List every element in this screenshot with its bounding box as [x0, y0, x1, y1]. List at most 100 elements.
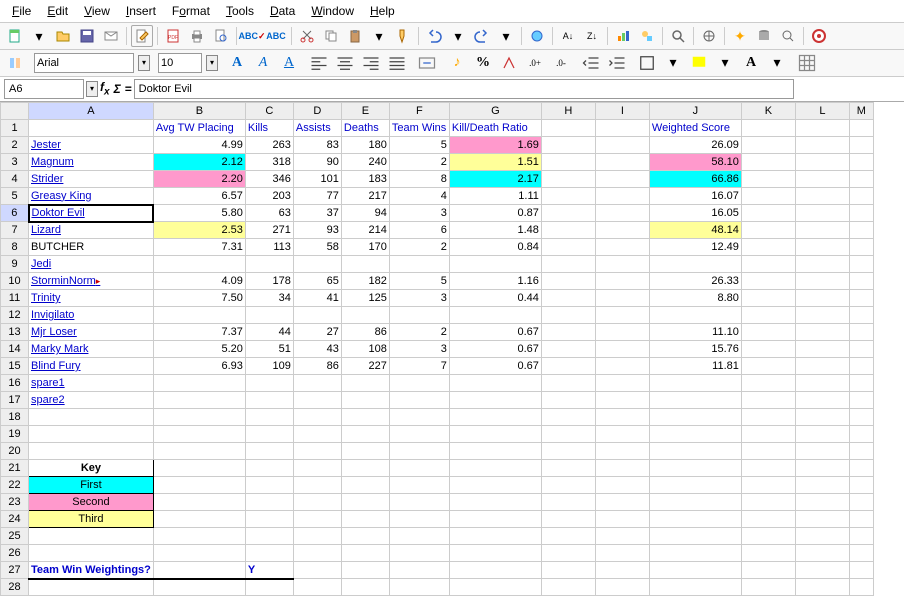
font-size-input[interactable] [158, 53, 202, 73]
cell[interactable] [795, 290, 849, 307]
row-header[interactable]: 1 [1, 120, 29, 137]
cell[interactable] [541, 409, 595, 426]
col-header-K[interactable]: K [741, 103, 795, 120]
row-header[interactable]: 26 [1, 545, 29, 562]
cell[interactable] [389, 392, 449, 409]
cell[interactable] [849, 579, 873, 596]
cell[interactable] [741, 239, 795, 256]
cell[interactable]: 66.86 [649, 171, 741, 188]
dropdown-icon[interactable]: ▾ [766, 52, 788, 74]
cell[interactable]: 170 [341, 239, 389, 256]
cell[interactable] [541, 256, 595, 273]
navigator-icon[interactable] [698, 25, 720, 47]
cell[interactable]: 2.20 [153, 171, 245, 188]
cell[interactable]: 7.37 [153, 324, 245, 341]
cell[interactable]: Assists [293, 120, 341, 137]
cell[interactable]: 5.20 [153, 341, 245, 358]
cell[interactable] [449, 307, 541, 324]
cell[interactable] [649, 426, 741, 443]
cell[interactable] [741, 188, 795, 205]
cell[interactable] [153, 307, 245, 324]
corner-cell[interactable] [1, 103, 29, 120]
font-dropdown-icon[interactable]: ▾ [138, 55, 150, 71]
cell[interactable] [649, 256, 741, 273]
cell[interactable] [541, 307, 595, 324]
cell[interactable] [341, 426, 389, 443]
cell[interactable] [849, 375, 873, 392]
cell[interactable] [795, 409, 849, 426]
row-header[interactable]: 4 [1, 171, 29, 188]
cell[interactable] [741, 154, 795, 171]
dropdown-icon[interactable]: ▾ [662, 52, 684, 74]
cell[interactable] [649, 392, 741, 409]
cell[interactable] [649, 307, 741, 324]
row-header[interactable]: 24 [1, 511, 29, 528]
sum-icon[interactable]: Σ [114, 82, 121, 96]
cell[interactable] [741, 120, 795, 137]
cell[interactable] [245, 392, 293, 409]
cell-reference-input[interactable] [4, 79, 84, 99]
currency-icon[interactable]: ♪ [446, 52, 468, 74]
cell[interactable] [649, 443, 741, 460]
cell[interactable] [541, 528, 595, 545]
menu-help[interactable]: Help [362, 2, 403, 20]
redo-icon[interactable] [471, 25, 493, 47]
cell[interactable]: 2.53 [153, 222, 245, 239]
cell[interactable] [849, 120, 873, 137]
col-header-A[interactable]: A [29, 103, 154, 120]
cell[interactable] [741, 443, 795, 460]
row-header[interactable]: 9 [1, 256, 29, 273]
cell[interactable] [795, 137, 849, 154]
cell[interactable] [595, 494, 649, 511]
cell[interactable] [541, 477, 595, 494]
print-icon[interactable] [186, 25, 208, 47]
cell[interactable]: Deaths [341, 120, 389, 137]
cell[interactable] [245, 409, 293, 426]
chart-icon[interactable] [612, 25, 634, 47]
cell[interactable]: 6 [389, 222, 449, 239]
cell[interactable] [849, 239, 873, 256]
grid-icon[interactable] [796, 52, 818, 74]
cell[interactable]: Jester [29, 137, 154, 154]
cell[interactable]: Lizard [29, 222, 154, 239]
cell[interactable] [153, 375, 245, 392]
datasource-icon[interactable] [753, 25, 775, 47]
cell[interactable] [389, 477, 449, 494]
cell[interactable]: 125 [341, 290, 389, 307]
cell[interactable] [389, 307, 449, 324]
cell[interactable] [449, 256, 541, 273]
cell[interactable] [29, 120, 154, 137]
cell[interactable]: 182 [341, 273, 389, 290]
cell[interactable] [595, 239, 649, 256]
menu-tools[interactable]: Tools [218, 2, 262, 20]
cell[interactable] [595, 205, 649, 222]
cell[interactable] [649, 409, 741, 426]
find-icon[interactable] [667, 25, 689, 47]
cell[interactable] [849, 341, 873, 358]
align-right-icon[interactable] [360, 52, 382, 74]
cell[interactable] [849, 409, 873, 426]
cell[interactable] [341, 256, 389, 273]
cell[interactable] [795, 154, 849, 171]
col-header-H[interactable]: H [541, 103, 595, 120]
cell[interactable] [741, 307, 795, 324]
cell[interactable] [29, 579, 154, 596]
cell[interactable]: Third [29, 511, 154, 528]
cell[interactable] [153, 460, 245, 477]
cell[interactable]: Weighted Score [649, 120, 741, 137]
cell[interactable]: 90 [293, 154, 341, 171]
cell[interactable] [595, 358, 649, 375]
cell[interactable] [849, 307, 873, 324]
cell[interactable]: 0.67 [449, 341, 541, 358]
cell[interactable] [595, 120, 649, 137]
percent-icon[interactable]: % [472, 52, 494, 74]
cell[interactable]: 37 [293, 205, 341, 222]
cell[interactable] [245, 579, 293, 596]
cell[interactable]: StorminNorm [29, 273, 154, 290]
row-header[interactable]: 22 [1, 477, 29, 494]
save-icon[interactable] [76, 25, 98, 47]
cell[interactable]: 93 [293, 222, 341, 239]
cell[interactable] [595, 188, 649, 205]
cell[interactable]: 0.44 [449, 290, 541, 307]
cell[interactable]: 0.67 [449, 324, 541, 341]
